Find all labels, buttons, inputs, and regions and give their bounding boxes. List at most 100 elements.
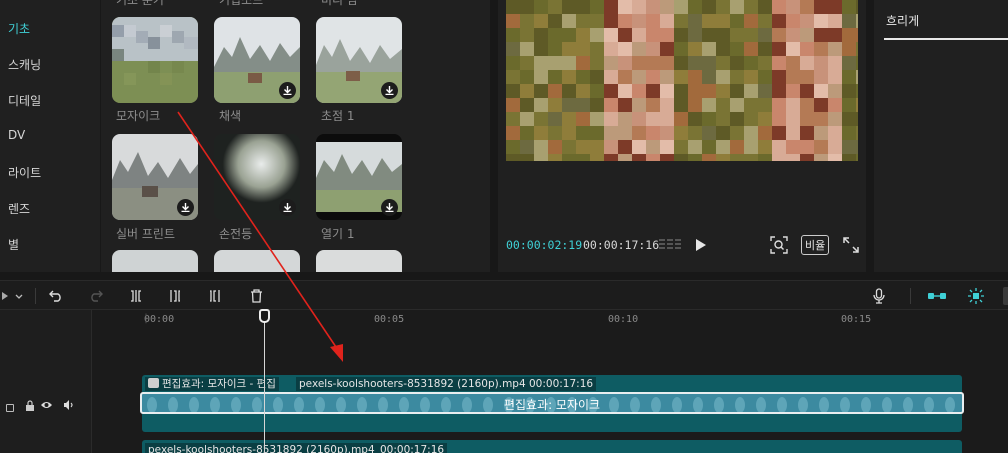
- mosaic-cell: [842, 98, 856, 112]
- mosaic-cell: [576, 112, 590, 126]
- effect-tile-partial[interactable]: [316, 250, 402, 272]
- lock-track-icon[interactable]: [24, 400, 36, 412]
- playhead-handle[interactable]: [259, 309, 270, 323]
- category-basic[interactable]: 기초: [8, 20, 30, 37]
- mosaic-cell: [520, 98, 534, 112]
- mosaic-cell: [730, 140, 744, 154]
- mosaic-cell: [520, 0, 534, 14]
- mosaic-cell: [674, 140, 688, 154]
- tab-blur[interactable]: 흐리게: [886, 12, 919, 29]
- download-icon[interactable]: [381, 82, 398, 99]
- split-icon[interactable]: [126, 281, 146, 311]
- mosaic-cell: [562, 98, 576, 112]
- visibility-eye-icon[interactable]: [40, 399, 53, 411]
- mosaic-cell: [548, 42, 562, 56]
- mosaic-cell: [744, 126, 758, 140]
- mosaic-cell: [548, 98, 562, 112]
- category-light[interactable]: 라이트: [8, 164, 41, 181]
- chevron-down-icon[interactable]: [12, 281, 26, 311]
- mosaic-cell: [674, 56, 688, 70]
- preview-controls: 00:00:02:19 00:00:17:16 비율: [498, 230, 866, 260]
- toolbar-overflow[interactable]: [1003, 287, 1008, 305]
- effect-tile-open-1[interactable]: [316, 134, 402, 220]
- category-scanning[interactable]: 스캐닝: [8, 56, 41, 73]
- mosaic-cell: [716, 56, 730, 70]
- mosaic-cell: [618, 56, 632, 70]
- mosaic-cell: [562, 154, 576, 161]
- mosaic-cell: [856, 70, 858, 84]
- mosaic-cell: [590, 140, 604, 154]
- undo-icon[interactable]: [46, 281, 66, 311]
- microphone-icon[interactable]: [869, 281, 889, 311]
- download-icon[interactable]: [279, 199, 296, 216]
- split-right-icon[interactable]: [205, 281, 225, 311]
- mosaic-cell: [688, 126, 702, 140]
- mosaic-cell: [660, 140, 674, 154]
- mosaic-cell: [562, 84, 576, 98]
- playhead-line[interactable]: [264, 318, 265, 453]
- download-icon[interactable]: [381, 199, 398, 216]
- mosaic-cell: [604, 0, 618, 14]
- mosaic-cell: [646, 112, 660, 126]
- mosaic-cell: [758, 112, 772, 126]
- effect-tile-partial[interactable]: [112, 250, 198, 272]
- category-dv[interactable]: DV: [8, 128, 25, 142]
- tab-underline: [884, 38, 1008, 40]
- mosaic-cell: [716, 70, 730, 84]
- mosaic-cell: [814, 112, 828, 126]
- mosaic-cell: [604, 154, 618, 161]
- effect-tile-focus-1[interactable]: [316, 17, 402, 103]
- effect-tile-flashlight[interactable]: [214, 134, 300, 220]
- delete-icon[interactable]: [246, 281, 266, 311]
- clip2-name-label: pexels-koolshooters-8531892 (2160p).mp4: [145, 443, 378, 453]
- preview-video[interactable]: [506, 0, 858, 161]
- mosaic-cell: [758, 154, 772, 161]
- mosaic-cell: [618, 14, 632, 28]
- category-star[interactable]: 별: [8, 236, 19, 253]
- mosaic-cell: [744, 154, 758, 161]
- timecode-grid-icon[interactable]: [659, 238, 681, 252]
- ruler-tick-label: 00:15: [841, 314, 872, 325]
- effect-tile-partial[interactable]: [214, 250, 300, 272]
- mosaic-cell: [548, 140, 562, 154]
- download-icon[interactable]: [177, 199, 194, 216]
- mosaic-cell: [520, 42, 534, 56]
- play-icon[interactable]: [695, 238, 707, 252]
- mosaic-cell: [800, 126, 814, 140]
- mosaic-cell: [730, 126, 744, 140]
- mosaic-cell: [576, 98, 590, 112]
- lock-icon[interactable]: [6, 404, 14, 412]
- split-left-icon[interactable]: [165, 281, 185, 311]
- mosaic-cell: [562, 28, 576, 42]
- magnet-link-icon[interactable]: [925, 281, 949, 311]
- category-detail[interactable]: 디테일: [8, 92, 41, 109]
- redo-icon[interactable]: [86, 281, 106, 311]
- category-lens[interactable]: 렌즈: [8, 200, 30, 217]
- mosaic-cell: [758, 84, 772, 98]
- mosaic-cell: [702, 14, 716, 28]
- auto-snap-icon[interactable]: [964, 281, 988, 311]
- mosaic-cell: [520, 56, 534, 70]
- download-icon[interactable]: [279, 82, 296, 99]
- mosaic-cell: [814, 42, 828, 56]
- mosaic-cell: [856, 0, 858, 14]
- effect-tile-color[interactable]: [214, 17, 300, 103]
- mosaic-cell: [786, 14, 800, 28]
- effect-tile-silver-print[interactable]: [112, 134, 198, 220]
- pointer-tool-partial[interactable]: [0, 281, 10, 311]
- properties-panel: 흐리게: [874, 0, 1008, 272]
- mosaic-cell: [758, 98, 772, 112]
- mosaic-cell: [772, 56, 786, 70]
- toolbar-divider: [35, 288, 36, 304]
- audio-speaker-icon[interactable]: [63, 399, 75, 411]
- current-time: 00:00:02:19: [506, 238, 583, 252]
- timeline-ruler[interactable]: 00:00 00:05 00:10 00:15 |: [92, 310, 1008, 334]
- mosaic-cell: [618, 98, 632, 112]
- effect-tile-mosaic[interactable]: [112, 17, 198, 103]
- effect-chip[interactable]: 편집효과: 모자이크 - 편집: [145, 377, 279, 391]
- mosaic-cell: [744, 112, 758, 126]
- mosaic-cell: [548, 126, 562, 140]
- zoom-fit-icon[interactable]: [770, 236, 788, 254]
- fullscreen-icon[interactable]: [843, 237, 859, 253]
- aspect-ratio-button[interactable]: 비율: [801, 235, 830, 255]
